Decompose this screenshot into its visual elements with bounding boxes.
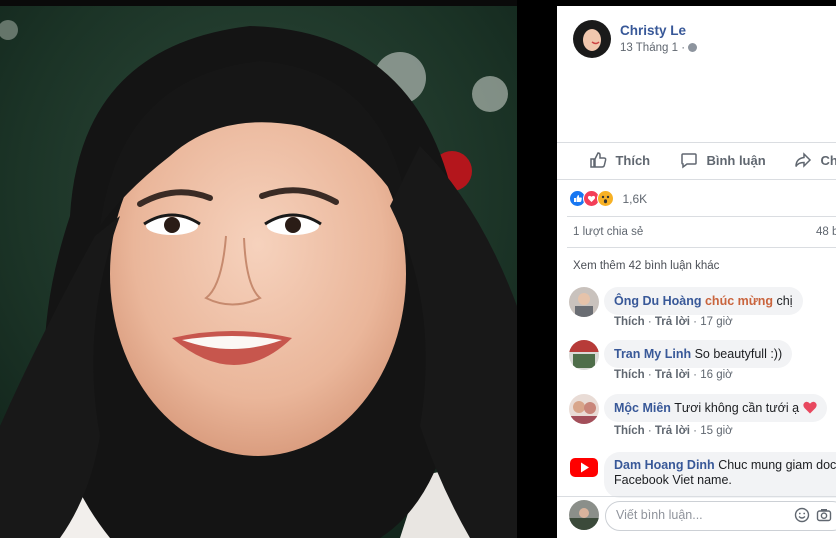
comment-input-placeholder: Viết bình luận... bbox=[616, 508, 703, 522]
comment-actions: Thích · Trả lời · 16 giờ bbox=[614, 369, 733, 381]
comment-button[interactable]: Bình luận bbox=[680, 151, 766, 171]
camera-icon[interactable] bbox=[816, 507, 832, 523]
comment-line-1: Dam Hoang Dinh Chuc mung giam doc bbox=[614, 458, 836, 472]
comment-reply-link[interactable]: Trả lời bbox=[655, 369, 690, 381]
share-count[interactable]: 1 lượt chia sẻ bbox=[573, 226, 643, 238]
like-button[interactable]: Thích bbox=[589, 151, 650, 171]
author-name[interactable]: Christy Le bbox=[620, 23, 686, 38]
dot-separator: · bbox=[647, 316, 652, 328]
comment-time[interactable]: 17 giờ bbox=[700, 316, 732, 328]
commenter-avatar[interactable] bbox=[569, 452, 599, 482]
comment-text: Tươi không cần tưới ạ bbox=[674, 401, 800, 415]
commenter-name[interactable]: Mộc Miên bbox=[614, 401, 671, 415]
thumbs-up-icon bbox=[590, 152, 607, 168]
dot-separator: · bbox=[693, 425, 697, 437]
comment-actions: Thích · Trả lời · 15 giờ bbox=[614, 425, 733, 437]
emoji-icon[interactable] bbox=[794, 507, 810, 523]
comment-bubble: Ông Du Hoàng chúc mừng chị bbox=[604, 287, 803, 315]
wow-icon bbox=[597, 190, 614, 208]
commenter-avatar[interactable] bbox=[569, 340, 599, 370]
comment-time[interactable]: 16 giờ bbox=[700, 369, 732, 381]
comment-reply-link[interactable]: Trả lời bbox=[655, 425, 690, 437]
dot-separator: · bbox=[647, 369, 652, 381]
author-avatar[interactable] bbox=[573, 20, 611, 58]
commenter-name[interactable]: Tran My Linh bbox=[614, 347, 691, 361]
current-user-avatar[interactable] bbox=[569, 500, 599, 530]
comment-like-link[interactable]: Thích bbox=[614, 316, 645, 328]
photo-viewer bbox=[0, 0, 517, 538]
ornament bbox=[472, 76, 508, 112]
reaction-summary[interactable]: 1,6K bbox=[569, 190, 647, 208]
heart-emoji-icon bbox=[802, 401, 817, 414]
dot-separator: · bbox=[693, 316, 697, 328]
comment-text-continued: Facebook Viet name. bbox=[614, 473, 732, 487]
comment-icon bbox=[681, 153, 697, 169]
youtube-logo-icon bbox=[570, 458, 598, 477]
commenter-name[interactable]: Dam Hoang Dinh bbox=[614, 458, 715, 472]
share-arrow-icon bbox=[795, 152, 812, 168]
commenter-name[interactable]: Ông Du Hoàng bbox=[614, 294, 702, 308]
comment-input[interactable]: Viết bình luận... bbox=[605, 501, 836, 531]
comment-like-link[interactable]: Thích bbox=[614, 369, 645, 381]
commenter-avatar[interactable] bbox=[569, 287, 599, 317]
comment-text: chị bbox=[773, 294, 793, 308]
share-label: Chi bbox=[820, 153, 836, 168]
comment-bubble: Tran My Linh So beautyfull :)) bbox=[604, 340, 793, 368]
comment-actions: Thích · Trả lời · 17 giờ bbox=[614, 316, 733, 328]
post-panel: Christy Le 13 Tháng 1 · Thích Bình luận … bbox=[557, 6, 836, 538]
comment-label: Bình luận bbox=[706, 153, 766, 168]
comment-like-link[interactable]: Thích bbox=[614, 425, 645, 437]
comment-text: Chuc mung giam doc bbox=[718, 458, 836, 472]
post-meta: 13 Tháng 1 · bbox=[620, 42, 698, 54]
post-date[interactable]: 13 Tháng 1 bbox=[620, 42, 678, 54]
comment-bubble: Mộc Miên Tươi không cần tưới ạ bbox=[604, 394, 827, 422]
meta-separator: · bbox=[681, 42, 686, 54]
comment-count[interactable]: 48 b bbox=[816, 226, 836, 238]
view-more-comments[interactable]: Xem thêm 42 bình luận khác bbox=[573, 260, 719, 272]
share-button[interactable]: Chi bbox=[794, 151, 836, 171]
comment-time[interactable]: 15 giờ bbox=[700, 425, 732, 437]
comment-reply-link[interactable]: Trả lời bbox=[655, 316, 690, 328]
globe-icon bbox=[688, 43, 698, 52]
dot-separator: · bbox=[693, 369, 697, 381]
comment-text: So beautyfull :)) bbox=[694, 347, 783, 361]
comment-highlight: chúc mừng bbox=[704, 294, 774, 308]
dot-separator: · bbox=[647, 425, 652, 437]
reaction-count[interactable]: 1,6K bbox=[622, 192, 647, 206]
post-photo[interactable] bbox=[0, 6, 517, 538]
commenter-avatar[interactable] bbox=[569, 394, 599, 424]
like-label: Thích bbox=[615, 153, 651, 168]
